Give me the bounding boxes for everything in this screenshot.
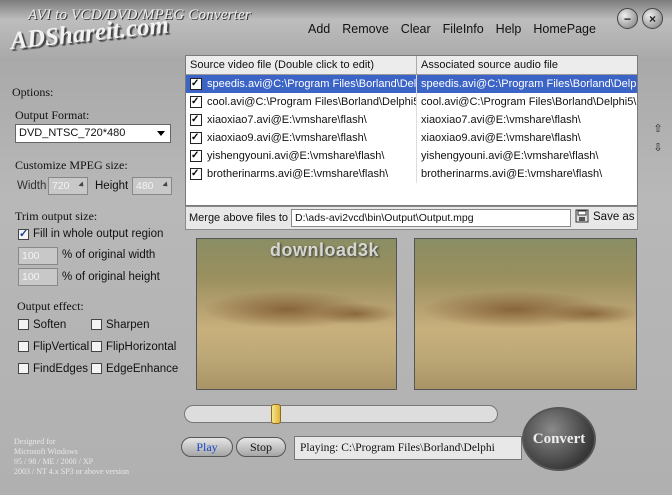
output-format-value: DVD_NTSC_720*480	[19, 127, 126, 139]
row-checkbox[interactable]	[190, 111, 202, 129]
move-down-icon[interactable]: ⇩	[652, 141, 664, 154]
fill-checkbox[interactable]	[18, 227, 29, 240]
minimize-button[interactable]: −	[617, 8, 638, 29]
watermark: download3k	[270, 240, 380, 260]
width-label: Width	[17, 180, 47, 192]
merge-bar: Merge above files to D:\ads-avi2vcd\bin\…	[185, 206, 638, 230]
file-list[interactable]: Source video file (Double click to edit)…	[185, 55, 638, 206]
row-checkbox[interactable]	[190, 93, 202, 111]
file-rows: speedis.avi@C:\Program Files\Borland\Del…	[186, 75, 637, 183]
video-path: xiaoxiao7.avi@E:\vmshare\flash\	[207, 114, 367, 126]
pct-height-input[interactable]: 100	[18, 268, 58, 286]
height-input[interactable]: 480	[132, 177, 172, 195]
spin-icon	[162, 181, 170, 189]
merge-label: Merge above files to	[189, 212, 289, 224]
video-cell[interactable]: cool.avi@C:\Program Files\Borland\Delphi…	[186, 93, 417, 111]
audio-path[interactable]: speedis.avi@C:\Program Files\Borland\Del…	[417, 75, 637, 93]
audio-path[interactable]: brotherinarms.avi@E:\vmshare\flash\	[417, 165, 637, 183]
audio-path[interactable]: xiaoxiao7.avi@E:\vmshare\flash\	[417, 111, 637, 129]
soften-checkbox[interactable]	[18, 319, 29, 330]
output-preview	[414, 238, 637, 390]
video-cell[interactable]: xiaoxiao7.avi@E:\vmshare\flash\	[186, 111, 417, 129]
menu-remove[interactable]: Remove	[336, 22, 395, 36]
table-row[interactable]: speedis.avi@C:\Program Files\Borland\Del…	[186, 75, 637, 93]
table-row[interactable]: cool.avi@C:\Program Files\Borland\Delphi…	[186, 93, 637, 111]
column-header-audio[interactable]: Associated source audio file	[417, 56, 637, 74]
sharpen-label: Sharpen	[106, 319, 150, 331]
table-row[interactable]: xiaoxiao7.avi@E:\vmshare\flash\ xiaoxiao7…	[186, 111, 637, 129]
video-cell[interactable]: yishengyouni.avi@E:\vmshare\flash\	[186, 147, 417, 165]
pct-height-label: % of original height	[62, 271, 160, 283]
audio-path[interactable]: yishengyouni.avi@E:\vmshare\flash\	[417, 147, 637, 165]
findedges-label: FindEdges	[33, 363, 88, 375]
convert-button[interactable]: Convert	[522, 407, 596, 471]
edgeenhance-checkbox[interactable]	[91, 363, 102, 374]
stop-button[interactable]: Stop	[236, 437, 286, 457]
column-header-video[interactable]: Source video file (Double click to edit)	[186, 56, 417, 74]
fliphorizontal-checkbox[interactable]	[91, 341, 102, 352]
video-cell[interactable]: brotherinarms.avi@E:\vmshare\flash\	[186, 165, 417, 183]
video-path: speedis.avi@C:\Program Files\Borland\Del…	[207, 78, 417, 90]
menu-add[interactable]: Add	[302, 22, 336, 36]
video-cell[interactable]: speedis.avi@C:\Program Files\Borland\Del…	[186, 75, 417, 93]
table-row[interactable]: yishengyouni.avi@E:\vmshare\flash\ yishen…	[186, 147, 637, 165]
file-list-header: Source video file (Double click to edit)…	[186, 56, 637, 75]
close-button[interactable]: ×	[642, 8, 663, 29]
row-checkbox[interactable]	[190, 147, 202, 165]
pct-width-label: % of original width	[62, 249, 156, 261]
footer-note: Designed for Microsoft Windows 95 / 98 /…	[14, 437, 129, 476]
flipvertical-label: FlipVertical	[33, 341, 90, 353]
video-path: yishengyouni.avi@E:\vmshare\flash\	[207, 150, 385, 162]
audio-path[interactable]: xiaoxiao9.avi@E:\vmshare\flash\	[417, 129, 637, 147]
mpeg-size-label: Customize MPEG size:	[15, 158, 128, 172]
soften-label: Soften	[33, 319, 67, 331]
video-cell[interactable]: xiaoxiao9.avi@E:\vmshare\flash\	[186, 129, 417, 147]
row-checkbox[interactable]	[190, 129, 202, 147]
spin-icon	[78, 181, 86, 189]
output-format-select[interactable]: DVD_NTSC_720*480	[15, 124, 171, 143]
main-window: AVI to VCD/DVD/MPEG Converter ADShareit.…	[0, 0, 672, 495]
progress-slider[interactable]	[184, 405, 498, 423]
menu-bar: Add Remove Clear FileInfo Help HomePage	[302, 22, 602, 36]
menu-homepage[interactable]: HomePage	[527, 22, 602, 36]
play-button[interactable]: Play	[181, 437, 233, 457]
trim-label: Trim output size:	[15, 209, 98, 223]
table-row[interactable]: xiaoxiao9.avi@E:\vmshare\flash\ xiaoxiao9…	[186, 129, 637, 147]
chevron-down-icon	[157, 131, 165, 136]
effect-label: Output effect:	[17, 299, 84, 313]
fill-label: Fill in whole output region	[33, 228, 164, 240]
edgeenhance-label: EdgeEnhance	[106, 363, 179, 375]
video-path: xiaoxiao9.avi@E:\vmshare\flash\	[207, 132, 367, 144]
menu-fileinfo[interactable]: FileInfo	[437, 22, 490, 36]
flipvertical-checkbox[interactable]	[18, 341, 29, 352]
merge-path-input[interactable]: D:\ads-avi2vcd\bin\Output\Output.mpg	[291, 209, 571, 227]
video-path: brotherinarms.avi@E:\vmshare\flash\	[207, 168, 389, 180]
options-heading: Options:	[12, 85, 54, 99]
sharpen-checkbox[interactable]	[91, 319, 102, 330]
table-row[interactable]: brotherinarms.avi@E:\vmshare\flash\ broth…	[186, 165, 637, 183]
row-checkbox[interactable]	[190, 75, 202, 93]
fliphorizontal-label: FlipHorizontal	[106, 341, 177, 353]
close-icon: ×	[648, 11, 656, 26]
move-up-icon[interactable]: ⇧	[652, 122, 664, 135]
playing-status: Playing: C:\Program Files\Borland\Delphi	[294, 436, 522, 460]
output-format-label: Output Format:	[15, 108, 90, 122]
minimize-icon: −	[623, 11, 631, 26]
menu-clear[interactable]: Clear	[395, 22, 437, 36]
audio-path[interactable]: cool.avi@C:\Program Files\Borland\Delphi…	[417, 93, 637, 111]
pct-width-input[interactable]: 100	[18, 247, 58, 265]
row-checkbox[interactable]	[190, 165, 202, 183]
save-as-button[interactable]: Save as	[575, 209, 635, 224]
save-icon	[575, 209, 589, 223]
save-as-label: Save as	[593, 210, 635, 223]
findedges-checkbox[interactable]	[18, 363, 29, 374]
width-input[interactable]: 720	[48, 177, 88, 195]
video-path: cool.avi@C:\Program Files\Borland\Delphi…	[207, 96, 417, 108]
height-label: Height	[95, 180, 129, 192]
menu-help[interactable]: Help	[490, 22, 528, 36]
progress-slider-thumb[interactable]	[270, 404, 281, 424]
